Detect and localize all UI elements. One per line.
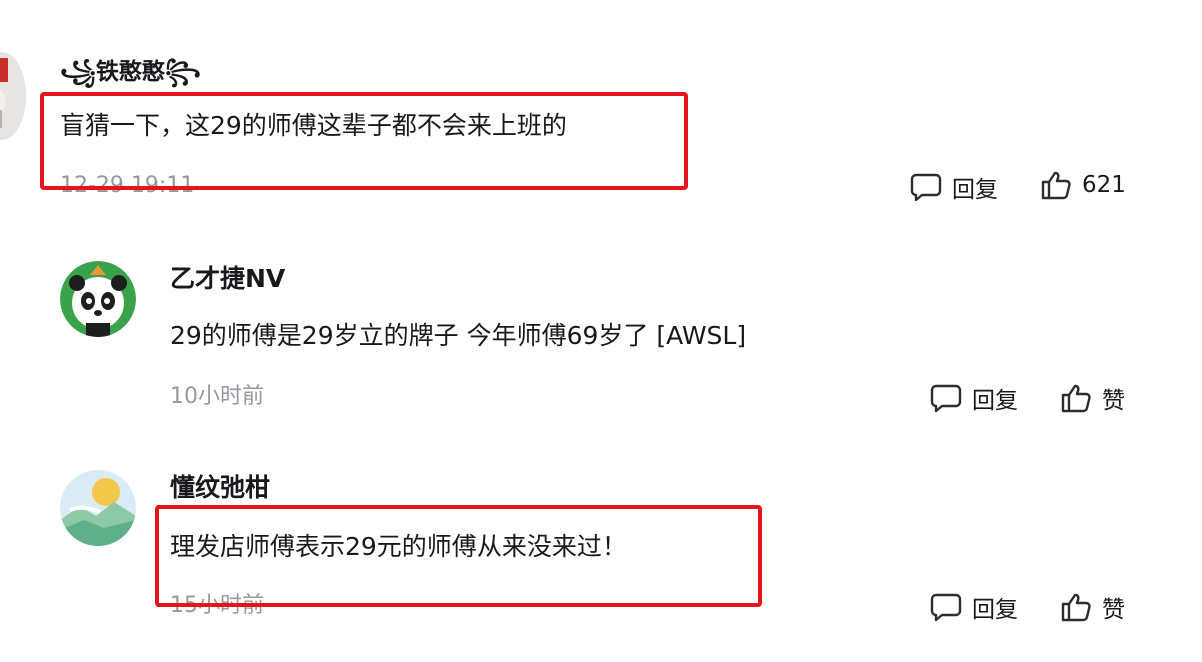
avatar[interactable] bbox=[0, 52, 26, 140]
reply-button[interactable]: 回复 bbox=[930, 381, 1018, 415]
reply-button[interactable]: 回复 bbox=[930, 590, 1018, 624]
like-count: 621 bbox=[1082, 172, 1126, 198]
like-label: 赞 bbox=[1102, 388, 1125, 414]
avatar[interactable] bbox=[60, 261, 136, 337]
reply-button[interactable]: 回复 bbox=[910, 170, 998, 204]
highlight-box bbox=[40, 92, 688, 190]
comment-bubble-icon bbox=[910, 172, 942, 202]
thumbs-up-icon bbox=[1060, 592, 1092, 622]
comment-bubble-icon bbox=[930, 592, 962, 622]
thumbs-up-icon bbox=[1060, 383, 1092, 413]
comment-bubble-icon bbox=[930, 383, 962, 413]
avatar[interactable] bbox=[60, 470, 136, 546]
timestamp: 10小时前 bbox=[170, 384, 264, 409]
like-label: 赞 bbox=[1102, 597, 1125, 623]
username[interactable]: 懂纹弛柑 bbox=[170, 473, 270, 503]
comment-text: 29的师傅是29岁立的牌子 今年师傅69岁了 [AWSL] bbox=[170, 321, 747, 350]
like-button[interactable]: 赞 bbox=[1060, 590, 1125, 624]
username[interactable]: ꧁铁憨憨꧂ bbox=[60, 57, 201, 87]
like-button[interactable]: 621 bbox=[1040, 170, 1126, 200]
reply-label: 回复 bbox=[972, 597, 1018, 623]
username[interactable]: 乙才捷NV bbox=[170, 264, 285, 294]
reply-label: 回复 bbox=[972, 388, 1018, 414]
highlight-box bbox=[155, 505, 762, 607]
reply-label: 回复 bbox=[952, 177, 998, 203]
like-button[interactable]: 赞 bbox=[1060, 381, 1125, 415]
thumbs-up-icon bbox=[1040, 170, 1072, 200]
